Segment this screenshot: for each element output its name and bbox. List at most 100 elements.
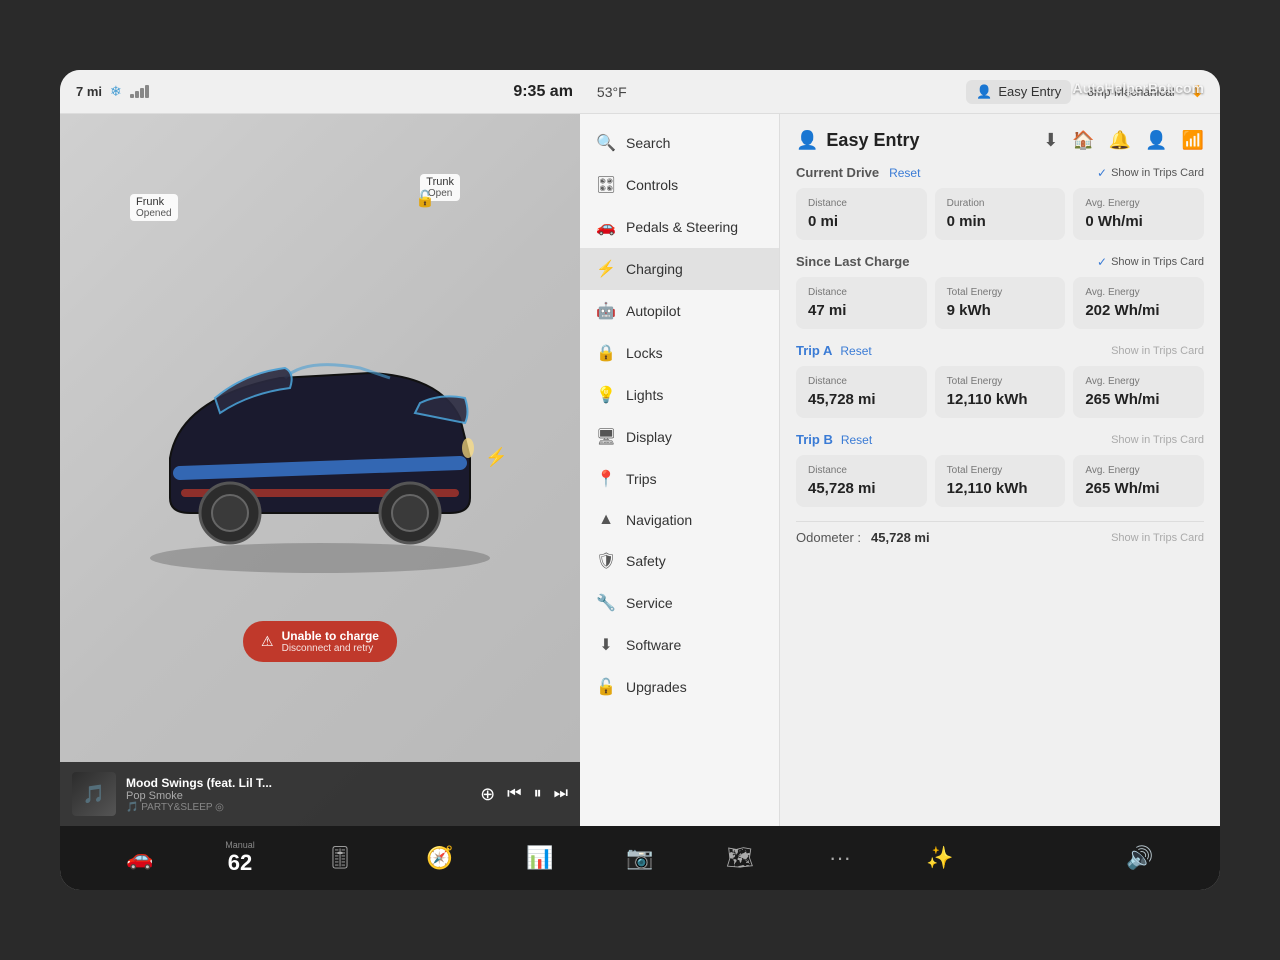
next-track-button[interactable]: ⏭ <box>554 785 568 803</box>
controls-icon: 🎛 <box>596 175 616 195</box>
play-pause-button[interactable]: ⏸ <box>534 785 542 803</box>
menu-item-charging[interactable]: ⚡ Charging <box>580 248 779 290</box>
menu-item-locks[interactable]: 🔒 Locks <box>580 332 779 374</box>
menu-item-lights[interactable]: 💡 Lights <box>580 374 779 416</box>
left-panel: Frunk Opened Trunk Open 🔓 <box>60 114 580 826</box>
trip-b-avg-energy-value: 265 Wh/mi <box>1085 480 1192 497</box>
taskbar-nav[interactable]: 🗺 <box>690 845 790 871</box>
car-svg: ⚡ <box>130 298 510 578</box>
search-icon: 🔍 <box>596 133 616 153</box>
signal-panel-icon[interactable]: 📶 <box>1182 130 1204 151</box>
home-panel-icon[interactable]: 🏠 <box>1072 130 1094 151</box>
panel-title-text: Easy Entry <box>826 130 919 151</box>
profile-icon[interactable]: 👤 <box>1145 130 1167 151</box>
menu-item-service[interactable]: 🔧 Service <box>580 582 779 624</box>
menu-item-trips[interactable]: 📍 Trips <box>580 458 779 500</box>
taskbar-media[interactable]: 📊 <box>490 845 590 871</box>
menu-item-search[interactable]: 🔍 Search <box>580 122 779 164</box>
easy-entry-button[interactable]: 👤 Easy Entry <box>966 80 1071 104</box>
album-art: 🎵 <box>72 772 116 816</box>
car-icon: 🚗 <box>126 845 153 871</box>
more-icon: ··· <box>829 845 851 871</box>
pedals-label: Pedals & Steering <box>626 219 738 235</box>
current-drive-reset[interactable]: Reset <box>889 166 920 180</box>
odometer-row: Odometer : 45,728 mi Show in Trips Card <box>796 521 1204 553</box>
music-controls: ⊕ ⏮ ⏸ ⏭ <box>480 784 568 805</box>
current-duration-card: Duration 0 min <box>935 188 1066 240</box>
alert-icon: ⚠ <box>261 633 274 650</box>
service-icon: 🔧 <box>596 593 616 613</box>
prev-track-button[interactable]: ⏮ <box>507 785 521 803</box>
track-artist: Pop Smoke <box>126 790 470 802</box>
trip-a-avg-energy-value: 265 Wh/mi <box>1085 391 1192 408</box>
checkbox-checked-icon: ✓ <box>1097 166 1107 180</box>
top-bar: 7 mi ❄ 9:35 am 53°F 👤 Easy Entry 8mp Mec… <box>60 70 1220 114</box>
range-display: 7 mi <box>76 84 102 99</box>
track-title: Mood Swings (feat. Lil T... <box>126 776 470 790</box>
trip-a-reset[interactable]: Reset <box>840 344 871 358</box>
taskbar-autopilot[interactable]: 🧭 <box>390 845 490 871</box>
charge-alert: ⚠ Unable to charge Disconnect and retry <box>243 621 397 662</box>
trip-a-distance-value: 45,728 mi <box>808 391 915 408</box>
menu-item-pedals[interactable]: 🚗 Pedals & Steering <box>580 206 779 248</box>
since-last-charge-title: Since Last Charge <box>796 254 909 269</box>
panel-header: 👤 Easy Entry ⬇ 🏠 🔔 👤 📶 <box>796 130 1204 151</box>
download-panel-icon[interactable]: ⬇ <box>1043 130 1058 151</box>
trip-b-reset[interactable]: Reset <box>841 433 872 447</box>
car-visualization: Frunk Opened Trunk Open 🔓 <box>60 114 580 762</box>
current-drive-title: Current Drive <box>796 165 879 180</box>
taskbar-more[interactable]: ··· <box>790 845 890 871</box>
notification-icon[interactable]: 🔔 <box>1109 130 1131 151</box>
locks-label: Locks <box>626 345 663 361</box>
lights-icon: 💡 <box>596 385 616 405</box>
trip-b-stats: Distance 45,728 mi Total Energy 12,110 k… <box>796 455 1204 507</box>
controls-taskbar-icon: 🎚 <box>326 845 354 871</box>
menu-item-navigation[interactable]: ▲ Navigation <box>580 500 779 540</box>
menu-item-display[interactable]: 🖥 Display <box>580 416 779 458</box>
watermark: AutoHelperBot.com <box>1073 80 1204 96</box>
since-last-charge-header: Since Last Charge ✓ Show in Trips Card <box>796 254 1204 269</box>
taskbar-camera[interactable]: 📷 <box>590 845 690 871</box>
taskbar-car[interactable]: 🚗 <box>90 845 190 871</box>
menu-item-software[interactable]: ⬇ Software <box>580 624 779 666</box>
charging-icon: ⚡ <box>596 259 616 279</box>
add-icon[interactable]: ⊕ <box>480 784 495 805</box>
current-drive-stats: Distance 0 mi Duration 0 min Avg. Energy… <box>796 188 1204 240</box>
navigation-icon: ▲ <box>596 511 616 529</box>
pedals-icon: 🚗 <box>596 217 616 237</box>
upgrades-label: Upgrades <box>626 679 687 695</box>
current-duration-value: 0 min <box>947 213 1054 230</box>
slc-distance-value: 47 mi <box>808 302 915 319</box>
track-info: Mood Swings (feat. Lil T... Pop Smoke 🎵 … <box>126 776 470 813</box>
trip-b-show-trips: Show in Trips Card <box>1111 434 1204 446</box>
current-energy-card: Avg. Energy 0 Wh/mi <box>1073 188 1204 240</box>
camera-icon: 📷 <box>626 845 653 871</box>
trip-b-total-energy-value: 12,110 kWh <box>947 480 1054 497</box>
svg-text:⚡: ⚡ <box>485 446 507 468</box>
taskbar-volume[interactable]: 🔊 <box>1090 845 1190 871</box>
autopilot-icon: 🤖 <box>596 301 616 321</box>
current-drive-show-trips: ✓ Show in Trips Card <box>1097 166 1204 180</box>
taskbar-controls[interactable]: 🎚 <box>290 845 390 871</box>
taskbar: 🚗 Manual 62 🎚 🧭 📊 📷 🗺 ··· ✨ <box>60 826 1220 890</box>
checkbox-checked2-icon: ✓ <box>1097 255 1107 269</box>
menu-item-autopilot[interactable]: 🤖 Autopilot <box>580 290 779 332</box>
charging-label: Charging <box>626 261 683 277</box>
slc-avg-energy-card: Avg. Energy 202 Wh/mi <box>1073 277 1204 329</box>
trip-b-header: Trip B Reset Show in Trips Card <box>796 432 1204 447</box>
right-panel: 👤 Easy Entry ⬇ 🏠 🔔 👤 📶 Current Drive Res… <box>780 114 1220 826</box>
safety-label: Safety <box>626 553 666 569</box>
panel-title: 👤 Easy Entry <box>796 130 919 151</box>
trip-a-show-trips: Show in Trips Card <box>1111 345 1204 357</box>
autopilot-label: Autopilot <box>626 303 680 319</box>
taskbar-apps[interactable]: ✨ <box>890 845 990 871</box>
trip-b-distance-card: Distance 45,728 mi <box>796 455 927 507</box>
trip-b-avg-energy-card: Avg. Energy 265 Wh/mi <box>1073 455 1204 507</box>
navigation-label: Navigation <box>626 512 692 528</box>
upgrades-icon: 🔓 <box>596 677 616 697</box>
menu-item-safety[interactable]: 🛡 Safety <box>580 540 779 582</box>
search-label: Search <box>626 135 670 151</box>
menu-item-upgrades[interactable]: 🔓 Upgrades <box>580 666 779 708</box>
menu-item-controls[interactable]: 🎛 Controls <box>580 164 779 206</box>
autopilot-taskbar-icon: 🧭 <box>426 845 453 871</box>
